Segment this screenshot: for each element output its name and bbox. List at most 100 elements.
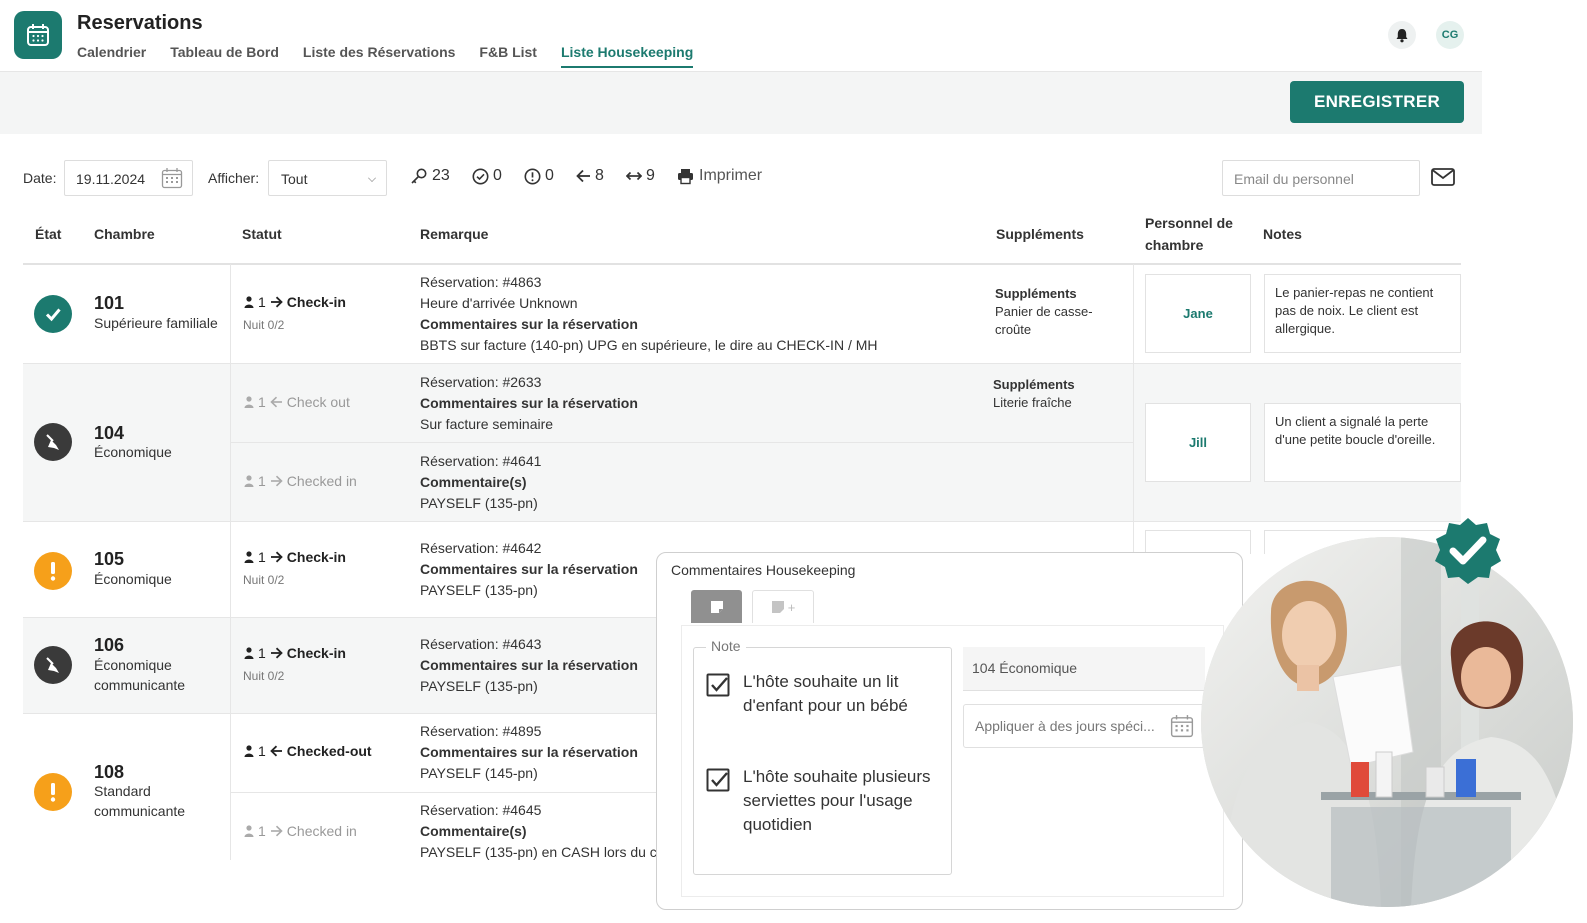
night-count: Nuit 0/2: [243, 669, 285, 683]
supplements-title: Suppléments: [993, 377, 1075, 392]
notes-textarea[interactable]: Le panier-repas ne contient pas de noix.…: [1264, 274, 1461, 353]
reservation-number: Réservation: #4895: [420, 723, 542, 739]
col-header-personnel-l2: chambre: [1145, 237, 1204, 253]
arrow-right-icon: [270, 647, 283, 659]
checkbox-checked-icon[interactable]: [706, 768, 730, 792]
stat-keys-value: 23: [432, 167, 450, 184]
notes-textarea[interactable]: Un client a signalé la perte d'une petit…: [1264, 403, 1461, 482]
room-type: Économique: [94, 444, 172, 460]
calendar-app-icon[interactable]: [14, 11, 62, 59]
user-avatar[interactable]: CG: [1436, 21, 1464, 49]
arrow-left-right-icon: [626, 171, 642, 181]
state-clean-check-icon[interactable]: [34, 295, 72, 333]
checkbox-checked-icon[interactable]: [706, 673, 730, 697]
tab-note[interactable]: [691, 590, 742, 623]
comment-text: PAYSELF (135-pn): [420, 678, 538, 694]
room-type: Économique: [94, 657, 172, 673]
tab-liste-reservations[interactable]: Liste des Réservations: [303, 44, 456, 68]
broom-icon[interactable]: [34, 423, 72, 461]
arrow-right-icon: [270, 296, 283, 308]
supplements-title: Suppléments: [995, 286, 1077, 301]
tab-liste-housekeeping[interactable]: Liste Housekeeping: [560, 44, 694, 68]
room-field[interactable]: 104 Économique: [963, 647, 1205, 691]
stat-departures-value: 8: [595, 167, 604, 184]
comments-heading: Commentaires sur la réservation: [420, 395, 638, 411]
staff-select[interactable]: Jill: [1145, 403, 1251, 482]
notification-bell-icon[interactable]: [1388, 21, 1416, 49]
arrow-left-icon: [269, 745, 282, 757]
stat-alert[interactable]: 0: [524, 167, 554, 185]
col-header-statut: Statut: [242, 226, 282, 242]
stat-stays[interactable]: 9: [626, 167, 655, 185]
person-icon: [244, 295, 254, 308]
housekeeping-comments-dialog: Commentaires Housekeeping + Note L'hôte …: [656, 552, 1243, 910]
note-panel: Note L'hôte souhaite un lit d'enfant pou…: [681, 625, 1224, 897]
tab-add-note[interactable]: +: [752, 590, 814, 623]
sub-row-divider: [230, 442, 1133, 443]
sticky-note-icon: [710, 600, 723, 613]
col-header-notes: Notes: [1263, 226, 1302, 242]
date-input[interactable]: 19.11.2024: [64, 160, 193, 196]
stat-alert-value: 0: [545, 167, 554, 184]
staff-email-input[interactable]: Email du personnel: [1222, 160, 1420, 196]
tab-tableau-de-bord[interactable]: Tableau de Bord: [170, 44, 279, 68]
sticky-note-icon: [771, 601, 784, 613]
plus-icon: +: [787, 599, 796, 615]
note-text: L'hôte souhaite un lit d'enfant pour un …: [743, 672, 908, 715]
calendar-icon[interactable]: [1170, 714, 1194, 741]
person-icon: [244, 744, 254, 757]
arrival-time: Heure d'arrivée Unknown: [420, 295, 578, 311]
reservation-number: Réservation: #4643: [420, 636, 542, 652]
note-legend: Note: [706, 638, 746, 654]
broom-icon[interactable]: [34, 646, 72, 684]
col-header-etat: État: [35, 226, 62, 242]
comments-heading: Commentaires sur la réservation: [420, 561, 638, 577]
mail-icon[interactable]: [1430, 166, 1456, 193]
row-divider: [23, 521, 1461, 522]
row-divider: [23, 363, 1461, 364]
supplement-item: Panier de casse-: [995, 304, 1093, 319]
print-label: Imprimer: [699, 167, 763, 184]
person-icon: [244, 550, 254, 563]
note-textarea[interactable]: Note L'hôte souhaite un lit d'enfant pou…: [693, 638, 952, 875]
room-type-cont: communicante: [94, 677, 186, 693]
printer-icon: [678, 168, 693, 184]
comment-text: PAYSELF (135-pn) en CASH lors du che: [420, 844, 673, 860]
dialog-title: Commentaires Housekeeping: [671, 562, 856, 578]
supplement-item: Literie fraîche: [993, 395, 1072, 410]
calendar-icon[interactable]: [161, 167, 183, 192]
reservation-number: Réservation: #4863: [420, 274, 542, 290]
person-icon: [244, 646, 254, 659]
arrow-right-icon: [270, 825, 283, 837]
note-item: L'hôte souhaite plusieurs serviettes pou…: [706, 765, 942, 837]
column-divider: [230, 264, 231, 860]
housekeeping-staff-photo: [1201, 537, 1573, 907]
save-button[interactable]: ENREGISTRER: [1290, 81, 1464, 123]
comment-text: PAYSELF (135-pn): [420, 495, 538, 511]
status-label: Checked in: [286, 473, 357, 489]
app-header: Reservations Calendrier Tableau de Bord …: [0, 0, 1482, 72]
alert-icon[interactable]: [34, 773, 72, 811]
stat-done[interactable]: 0: [472, 167, 502, 185]
reservation-status: 1 Checked-out: [244, 743, 372, 759]
reservation-number: Réservation: #4641: [420, 453, 542, 469]
supplement-item-cont: croûte: [995, 322, 1032, 337]
staff-select[interactable]: Jane: [1145, 274, 1251, 353]
show-select[interactable]: Tout: [268, 160, 387, 196]
stat-departures[interactable]: 8: [576, 167, 604, 185]
arrow-right-icon: [270, 551, 283, 563]
filter-bar: Date: 19.11.2024 Afficher: Tout 23 0 0 8…: [0, 160, 1482, 196]
print-button[interactable]: Imprimer: [677, 167, 762, 185]
header-divider: [23, 263, 1461, 265]
col-header-chambre: Chambre: [94, 226, 155, 242]
apply-days-input[interactable]: Appliquer à des jours spéci...: [963, 704, 1205, 748]
stat-keys[interactable]: 23: [410, 167, 450, 185]
alert-icon[interactable]: [34, 552, 72, 590]
tab-fb-list[interactable]: F&B List: [479, 44, 537, 68]
tab-calendrier[interactable]: Calendrier: [77, 44, 146, 68]
note-item: L'hôte souhaite un lit d'enfant pour un …: [706, 670, 942, 718]
guest-count: 1: [258, 549, 266, 565]
verified-badge-icon: [1433, 516, 1503, 586]
col-header-remarque: Remarque: [420, 226, 489, 242]
staff-select[interactable]: [1145, 530, 1251, 554]
